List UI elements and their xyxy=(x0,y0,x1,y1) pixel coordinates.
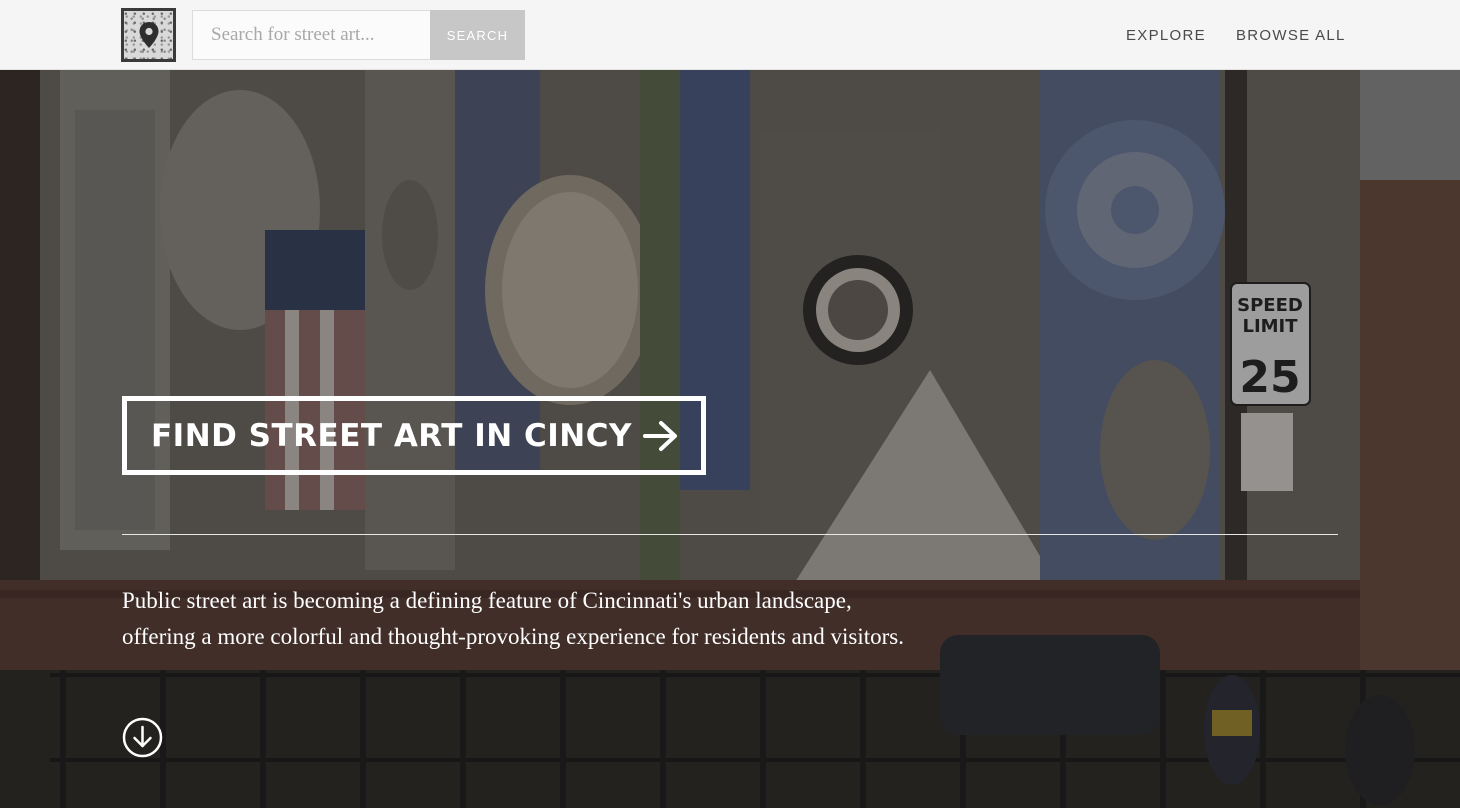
intro-text: Public street art is becoming a defining… xyxy=(122,583,982,655)
map-pin-icon xyxy=(139,22,158,48)
find-street-art-button[interactable]: FIND STREET ART IN CINCY xyxy=(122,396,706,475)
intro-line-2: offering a more colorful and thought-pro… xyxy=(122,624,904,649)
site-logo[interactable] xyxy=(121,8,176,62)
search-input[interactable] xyxy=(192,10,431,60)
hero-divider xyxy=(122,534,1338,535)
arrow-down-circle-icon[interactable] xyxy=(122,717,163,758)
search-button[interactable]: SEARCH xyxy=(430,10,525,60)
arrow-right-icon xyxy=(643,421,677,451)
top-navbar: SEARCH EXPLORE BROWSE ALL xyxy=(0,0,1460,70)
nav-link-browse-all[interactable]: BROWSE ALL xyxy=(1236,27,1346,44)
cta-label: FIND STREET ART IN CINCY xyxy=(151,417,632,454)
intro-line-1: Public street art is becoming a defining… xyxy=(122,588,852,613)
nav-link-explore[interactable]: EXPLORE xyxy=(1126,27,1206,44)
